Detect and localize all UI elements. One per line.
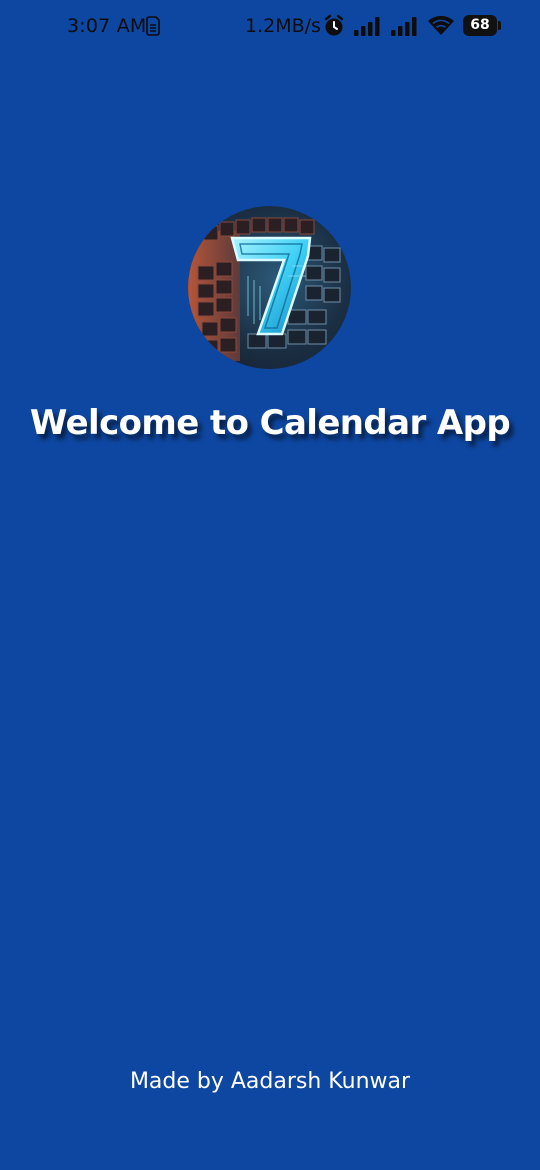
signal-icon [354, 17, 380, 36]
footer-credit: Made by Aadarsh Kunwar [129, 1069, 411, 1094]
sim-icon [146, 16, 160, 36]
status-time: 3:07 AM [67, 15, 147, 37]
alarm-icon [324, 14, 344, 36]
signal-icon [391, 17, 417, 36]
welcome-title: Welcome to Calendar App [29, 403, 511, 443]
wifi-icon [428, 15, 454, 35]
network-speed: 1.2MB/s [245, 15, 321, 37]
calendar-seven-logo [188, 206, 351, 369]
battery-level: 68 [470, 17, 490, 33]
battery-icon: 68 [463, 15, 501, 36]
status-bar: 3:07 AM 1.2MB/s 68 [0, 0, 540, 54]
splash-screen: 3:07 AM 1.2MB/s 68 Welcome to Calendar A… [0, 0, 540, 1170]
